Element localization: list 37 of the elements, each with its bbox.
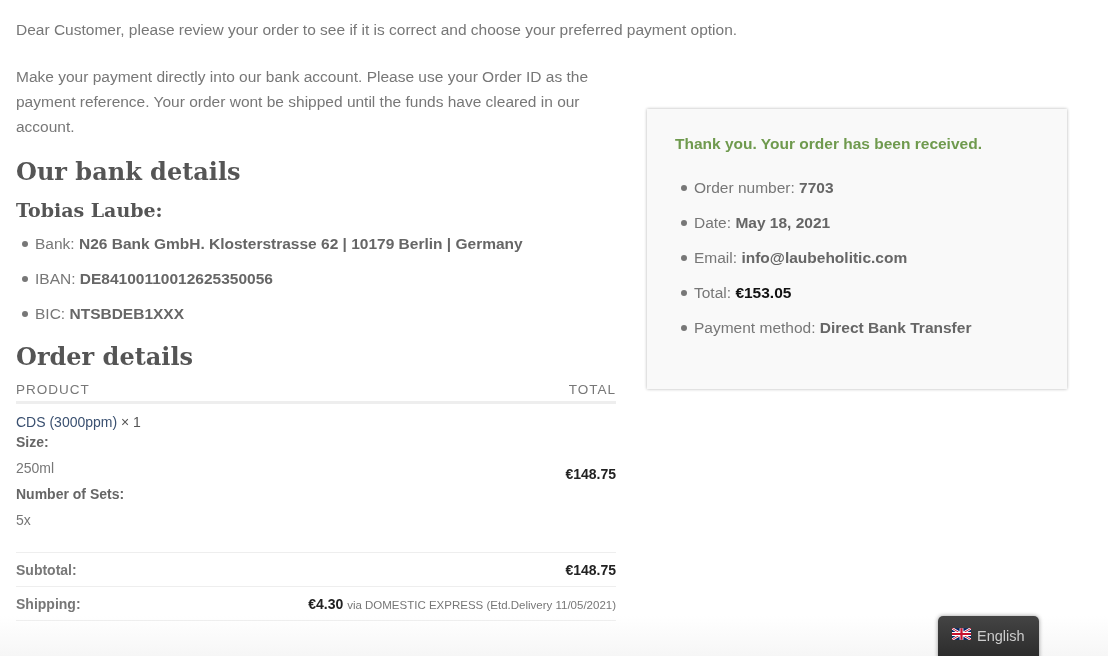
bullet-icon [681, 184, 687, 191]
order-detail: Email: info@laubeholitic.com [694, 248, 908, 268]
product-link[interactable]: CDS (3000ppm) [16, 414, 118, 430]
meta-label: Size: [16, 433, 50, 452]
bank-detail: IBAN: DE84100110012625350056 [35, 269, 273, 289]
meta-value: 250ml [16, 459, 56, 478]
payment-instructions: Make your payment directly into our bank account. Please use your Order ID as the payment reference. Your order wont be shipped until the funds have cleared in our account. [16, 67, 590, 137]
meta-label: Number of Sets: [16, 485, 126, 504]
order-detail: Payment method: Direct Bank Transfer [694, 318, 972, 338]
bullet-icon [681, 289, 687, 296]
bullet-icon [22, 310, 28, 317]
totals-amount: €148.75 [565, 561, 616, 578]
intro-text: Dear Customer, please review your order to see if it is correct and choose your preferred payment option. [16, 20, 739, 40]
bank-detail: BIC: NTSBDEB1XXX [35, 304, 185, 324]
bank-detail: Bank: N26 Bank GmbH. Klosterstrasse 62 | 10179 Berlin | Germany [35, 234, 523, 254]
bullet-icon [22, 275, 28, 282]
totals-label: Subtotal: [16, 561, 77, 578]
bullet-icon [681, 219, 687, 226]
totals-label: Shipping: [16, 595, 81, 612]
account-name: Tobias Laube: [16, 198, 164, 223]
bullet-icon [681, 254, 687, 261]
column-header: PRODUCT [16, 382, 90, 397]
order-detail: Order number: 7703 [694, 178, 834, 198]
bank-details-heading: Our bank details [16, 156, 242, 188]
meta-value: 5x [16, 511, 32, 530]
column-header: TOTAL [568, 382, 616, 397]
order-detail: Total: €153.05 [694, 283, 792, 303]
totals-amount: €4.30 via DOMESTIC EXPRESS (Etd.Delivery 11/05/2021) [308, 595, 616, 612]
product-name: CDS (3000ppm) × 1 [16, 413, 141, 432]
order-details-heading: Order details [16, 341, 195, 373]
uk-flag-icon [952, 628, 971, 640]
bullet-icon [681, 324, 687, 331]
bullet-icon [22, 240, 28, 247]
order-detail: Date: May 18, 2021 [694, 213, 831, 233]
line-total: €148.75 [565, 466, 616, 482]
thank-you-message: Thank you. Your order has been received. [675, 135, 983, 153]
language-switcher[interactable]: English [938, 616, 1039, 656]
